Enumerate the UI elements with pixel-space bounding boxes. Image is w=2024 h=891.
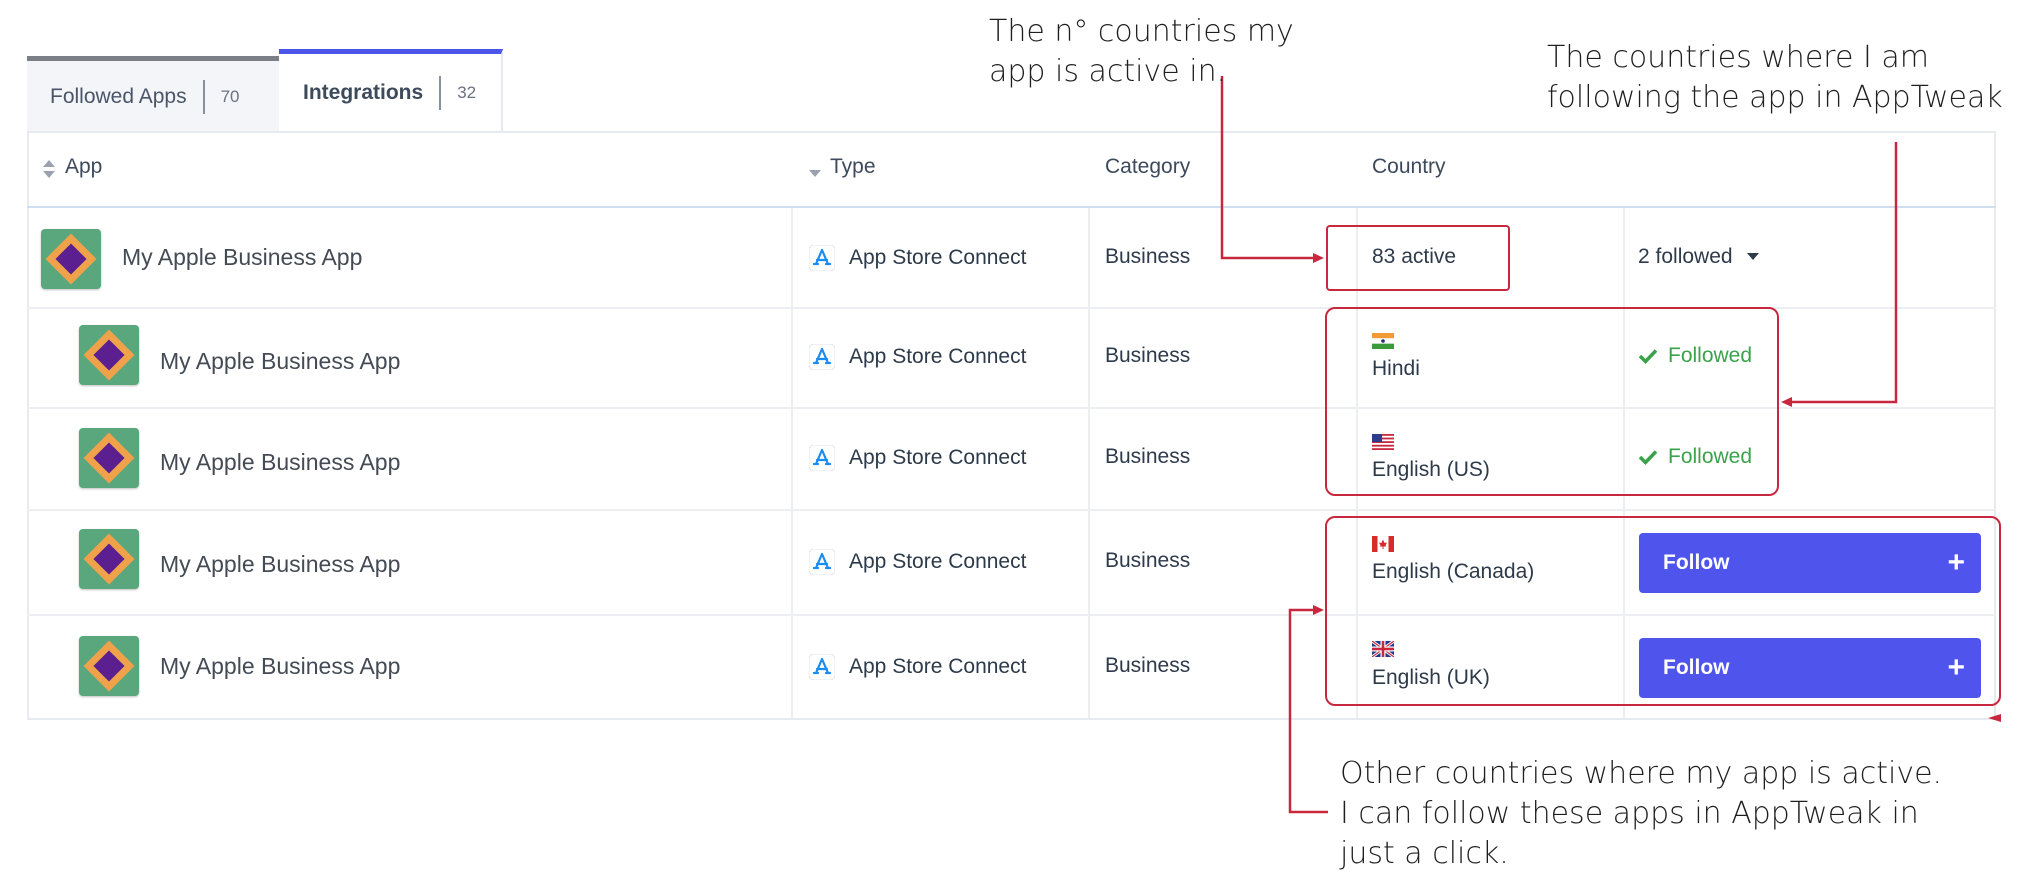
- annotation-following: The countries where I am following the a…: [1547, 38, 2003, 118]
- annotation-line: I can follow these apps in AppTweak in: [1340, 796, 1919, 831]
- annotation-line: Other countries where my app is active.: [1340, 756, 1943, 791]
- annotation-line: just a click.: [1340, 836, 1509, 871]
- annotation-line: The countries where I am: [1547, 40, 1929, 75]
- annotation-line: The n° countries my: [989, 14, 1294, 49]
- annotation-line: following the app in AppTweak: [1547, 80, 2003, 115]
- annotation-active-count: The n° countries my app is active in.: [989, 12, 1294, 92]
- annotation-line: app is active in.: [989, 54, 1227, 89]
- annotation-other-countries: Other countries where my app is active. …: [1340, 754, 1942, 874]
